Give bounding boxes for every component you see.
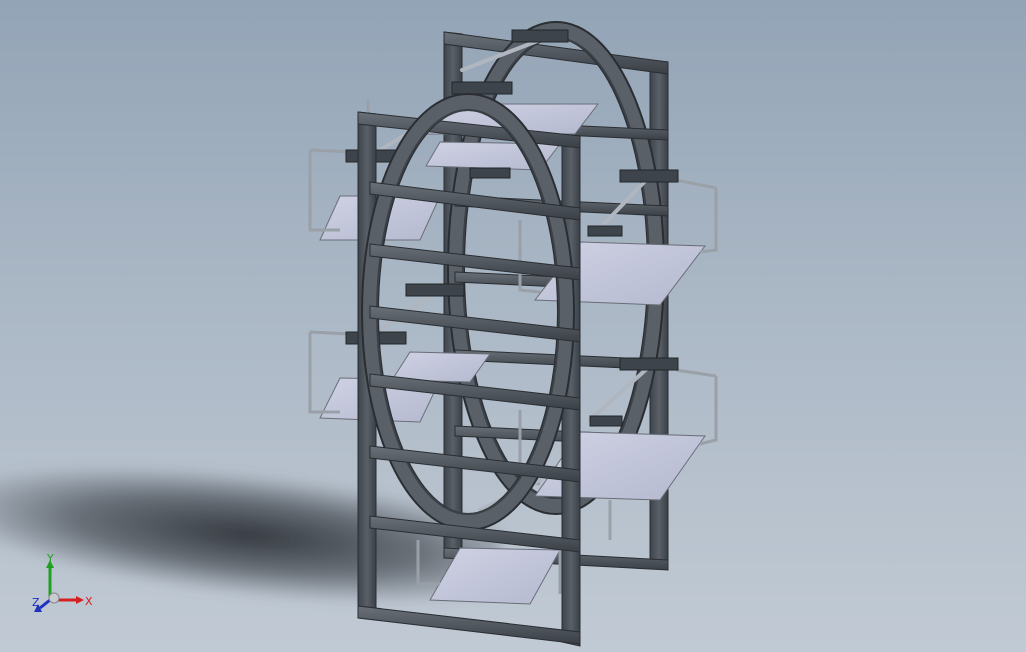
x-axis-label: X [85, 595, 93, 608]
3d-model-rack[interactable] [0, 0, 1026, 652]
orientation-triad[interactable]: Y X Z [28, 554, 98, 616]
y-axis-label: Y [46, 554, 54, 565]
graphics-viewport[interactable]: Y X Z [0, 0, 1026, 652]
z-axis-icon [39, 598, 51, 610]
z-axis-label: Z [32, 596, 40, 609]
